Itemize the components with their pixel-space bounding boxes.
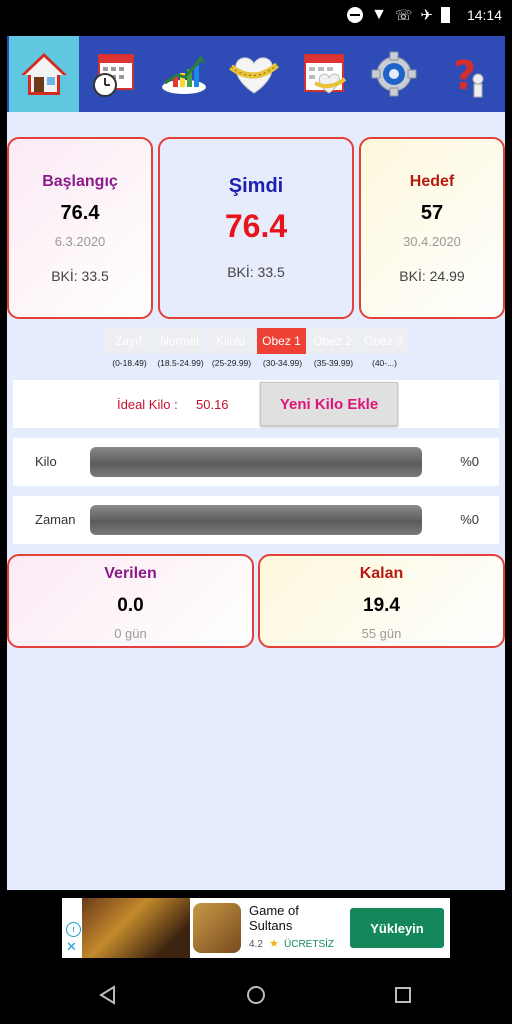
time-progress-bar <box>90 505 422 535</box>
bmi-label-active: Obez 1 <box>257 328 306 354</box>
time-progress-panel: Zaman %0 <box>13 496 499 544</box>
weight-progress-percent: %0 <box>460 454 479 469</box>
nav-home[interactable] <box>9 36 79 112</box>
card-target: Hedef 57 30.4.2020 BKİ: 24.99 <box>359 137 505 319</box>
ad-close-icon[interactable]: ✕ <box>66 940 77 953</box>
weight-progress-panel: Kilo %0 <box>13 438 499 486</box>
ad-game-image <box>82 898 190 958</box>
card-left-title: Kalan <box>359 565 404 582</box>
ad-install-button[interactable]: Yükleyin <box>350 908 444 948</box>
top-navbar: ? <box>7 36 505 112</box>
gear-icon <box>371 51 417 97</box>
home-icon <box>21 53 67 95</box>
system-nav-bar <box>0 966 512 1024</box>
card-start-bki: BKİ: 33.5 <box>51 268 109 284</box>
ad-app-icon <box>193 903 241 953</box>
bmi-obez-1: Obez 1 (30-34.99) <box>257 328 308 368</box>
card-target-bki: BKİ: 24.99 <box>399 268 465 284</box>
card-given-title: Verilen <box>104 565 157 582</box>
calendar-clock-icon <box>93 54 134 97</box>
bmi-label: Zayıf <box>104 328 153 354</box>
status-bar: ▼ ☏ ✈ 14:14 <box>0 0 512 32</box>
card-start-date: 6.3.2020 <box>54 234 106 249</box>
help-question-icon: ? <box>453 53 484 99</box>
bmi-label: Obez 3 <box>359 328 408 354</box>
airplane-icon: ✈ <box>420 7 433 24</box>
ideal-weight-value: 50.16 <box>196 397 229 412</box>
bmi-obez-3: Obez 3 (40-...) <box>359 328 410 368</box>
card-left-days: 55 gün <box>361 626 402 641</box>
bmi-range: (30-34.99) <box>262 358 303 368</box>
bmi-normal: Normal (18.5-24.99) <box>155 328 206 368</box>
card-given-days: 0 gün <box>114 626 147 641</box>
card-start-weight: 76.4 <box>60 202 100 224</box>
card-left-value: 19.4 <box>363 595 400 616</box>
dnd-icon <box>347 7 364 23</box>
ad-title-line1: Game of <box>249 903 299 918</box>
nav-chart[interactable] <box>149 36 219 112</box>
ad-banner[interactable]: i ✕ Game of Sultans 4.2 ★ ÜCRETSİZ Yükle… <box>62 898 450 958</box>
card-target-weight: 57 <box>420 202 444 224</box>
time-progress-percent: %0 <box>460 512 479 527</box>
nav-help[interactable]: ? <box>431 36 501 112</box>
bmi-kilolu: Kilolu (25-29.99) <box>206 328 257 368</box>
card-now-bki: BKİ: 33.5 <box>227 264 285 280</box>
bmi-range: (40-...) <box>371 358 398 368</box>
bmi-obez-2: Obez 2 (35-39.99) <box>308 328 359 368</box>
nav-calendar-clock[interactable] <box>79 36 149 112</box>
ad-rating: 4.2 <box>249 939 263 950</box>
bmi-range: (35-39.99) <box>313 358 354 368</box>
bmi-range: (25-29.99) <box>211 358 252 368</box>
calendar-heart-icon <box>304 54 347 94</box>
nav-calendar-heart[interactable] <box>289 36 359 112</box>
status-time: 14:14 <box>466 7 502 23</box>
time-progress-label: Zaman <box>35 512 76 527</box>
ad-title-line2: Sultans <box>249 918 293 933</box>
recents-icon[interactable] <box>394 986 412 1004</box>
card-now-title: Şimdi <box>228 175 284 197</box>
chart-growth-icon <box>162 55 206 94</box>
card-given: Verilen 0.0 0 gün <box>7 554 254 648</box>
card-left: Kalan 19.4 55 gün <box>258 554 505 648</box>
wifi-icon: ▼ <box>371 6 387 23</box>
ideal-weight-label: İdeal Kilo : <box>117 397 178 412</box>
card-given-value: 0.0 <box>117 595 144 616</box>
nav-heart-measure[interactable] <box>219 36 289 112</box>
ideal-weight-panel: İdeal Kilo : 50.16 Yeni Kilo Ekle <box>13 380 499 428</box>
bmi-range: (18.5-24.99) <box>157 358 204 368</box>
bmi-label: Normal <box>155 328 204 354</box>
add-weight-button[interactable]: Yeni Kilo Ekle <box>260 382 398 426</box>
weight-progress-label: Kilo <box>35 454 57 469</box>
card-start-title: Başlangıç <box>42 173 118 190</box>
card-target-date: 30.4.2020 <box>403 234 461 249</box>
bmi-label: Obez 2 <box>308 328 357 354</box>
bmi-zayif: Zayıf (0-18.49) <box>104 328 155 368</box>
ad-badge: ÜCRETSİZ <box>284 939 334 950</box>
heart-measure-icon <box>229 57 279 94</box>
nav-settings[interactable] <box>359 36 429 112</box>
status-icons: ▼ ☏ ✈ <box>347 6 450 24</box>
app-content: ? Başlangıç 76.4 6.3.2020 BKİ: 33.5 Şimd… <box>7 36 505 890</box>
weight-progress-bar <box>90 447 422 477</box>
ad-info-icon[interactable]: i <box>66 922 81 937</box>
card-now: Şimdi 76.4 BKİ: 33.5 <box>158 137 354 319</box>
bmi-scale: Zayıf (0-18.49) Normal (18.5-24.99) Kilo… <box>104 328 410 368</box>
wifi-call-icon: ☏ <box>394 6 413 23</box>
back-icon[interactable] <box>98 985 118 1005</box>
home-circle-icon[interactable] <box>246 985 266 1005</box>
bmi-label: Kilolu <box>206 328 255 354</box>
bmi-range: (0-18.49) <box>112 358 147 368</box>
card-start: Başlangıç 76.4 6.3.2020 BKİ: 33.5 <box>7 137 153 319</box>
svg-text:?: ? <box>453 53 476 99</box>
card-now-weight: 76.4 <box>224 208 288 244</box>
battery-icon <box>441 7 450 23</box>
card-target-title: Hedef <box>409 173 455 190</box>
star-icon: ★ <box>269 938 279 950</box>
